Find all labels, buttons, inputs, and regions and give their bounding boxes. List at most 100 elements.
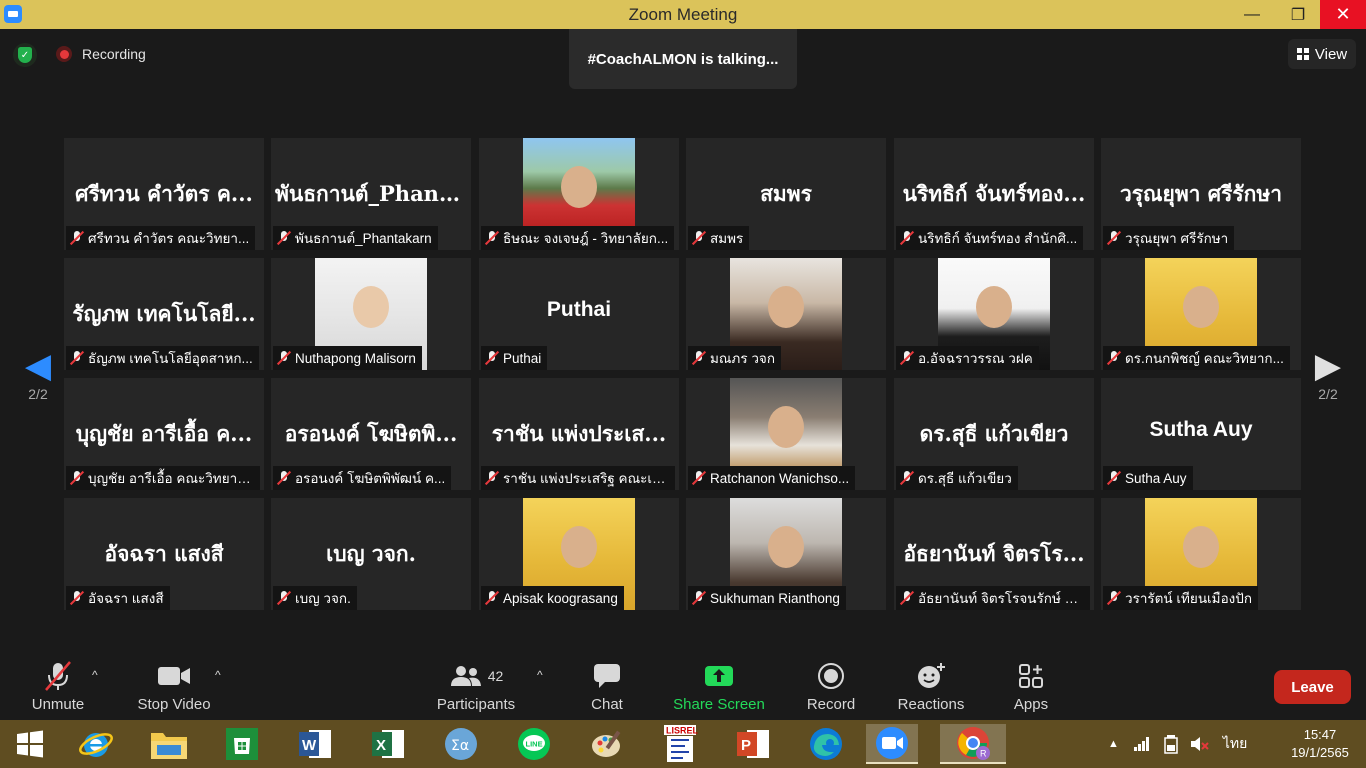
participant-name: อ.อัจฉราวรรณ วฝค (918, 351, 1033, 366)
participant-face (1183, 526, 1219, 568)
excel-taskbar-icon[interactable]: X (362, 724, 414, 764)
participant-tile[interactable]: อัธยานันท์ จิตรโร... อัธยานันท์ จิตรโรจนร… (894, 498, 1094, 610)
file-explorer-taskbar-icon[interactable] (143, 724, 195, 764)
svg-text:W: W (302, 737, 317, 754)
participant-display-name: อรอนงค์ โฆษิตพิ... (284, 421, 458, 446)
microsoft-store-taskbar-icon[interactable] (216, 724, 268, 764)
participant-tile[interactable]: Nuthapong Malisorn (271, 258, 471, 370)
edge-taskbar-icon[interactable] (800, 724, 852, 764)
participant-display-name: พันธกานต์_Phant... (275, 181, 467, 206)
participant-tile[interactable]: ศรีทวน คำวัตร ค... ศรีทวน คำวัตร คณะวิทยา… (64, 138, 264, 250)
muted-mic-icon (70, 470, 84, 486)
audio-options-caret[interactable]: ^ (92, 668, 98, 682)
participant-name: Sukhuman Rianthong (710, 590, 840, 606)
participant-name: Apisak koograsang (503, 590, 618, 606)
share-screen-button[interactable]: Share Screen (672, 656, 766, 720)
apps-button[interactable]: Apps (1010, 656, 1052, 720)
participant-name: Ratchanon Wanichso... (710, 470, 850, 486)
next-page-button[interactable]: ▶ 2/2 (1290, 319, 1366, 429)
muted-mic-icon (1107, 230, 1121, 246)
lisrel-taskbar-icon[interactable]: LISREL (654, 724, 706, 764)
stop-video-button[interactable]: Stop Video (134, 656, 214, 720)
participant-display-name: ศรีทวน คำวัตร ค... (75, 181, 253, 206)
participant-tile[interactable]: ราชัน แพ่งประเส... ราชัน แพ่งประเสริฐ คณะ… (479, 378, 679, 490)
participant-name: นริทธิก์ จันทร์ทอง สำนักศิ... (918, 231, 1078, 246)
participant-tile[interactable]: Puthai Puthai (479, 258, 679, 370)
participant-name: Puthai (503, 350, 542, 366)
participant-tile[interactable]: นริทธิก์ จันทร์ทอง... นริทธิก์ จันทร์ทอง … (894, 138, 1094, 250)
zoom-taskbar-icon[interactable] (866, 724, 918, 764)
minimize-button[interactable]: — (1229, 0, 1275, 29)
participant-tile[interactable]: วรารัตน์ เทียนเมืองปัก (1101, 498, 1301, 610)
participant-tile[interactable]: Apisak koograsang (479, 498, 679, 610)
participants-options-caret[interactable]: ^ (537, 668, 543, 682)
participant-tile[interactable]: Sukhuman Rianthong (686, 498, 886, 610)
participant-tile[interactable]: Sutha Auy Sutha Auy (1101, 378, 1301, 490)
participant-name-label: ธัญภพ เทคโนโลยีอุตสาหก... (66, 346, 259, 370)
leave-button[interactable]: Leave (1274, 670, 1351, 704)
participant-name-label: อัธยานันท์ จิตรโรจนรักษ์ ค... (896, 586, 1090, 610)
powerpoint-taskbar-icon[interactable]: P (727, 724, 779, 764)
participant-name-label: Sutha Auy (1103, 466, 1193, 490)
svg-text:X: X (376, 737, 386, 754)
participant-tile[interactable]: อัจฉรา แสงสี อัจฉรา แสงสี (64, 498, 264, 610)
clock-date: 19/1/2565 (1291, 745, 1349, 760)
participants-button[interactable]: 42 Participants (433, 656, 519, 720)
participant-name-label: พันธกานต์_Phantakarn (273, 226, 438, 250)
participant-tile[interactable]: บุญชัย อารีเอื้อ ค... บุญชัย อารีเอื้อ คณ… (64, 378, 264, 490)
participant-tile[interactable]: พันธกานต์_Phant... พันธกานต์_Phantakarn (271, 138, 471, 250)
volume-muted-icon[interactable] (1189, 735, 1209, 753)
window-title: Zoom Meeting (628, 5, 738, 24)
record-button[interactable]: Record (803, 656, 859, 720)
windows-taskbar: W X Σα LINE LISREL P R ▲ ไทย 15:47 19/1/… (0, 720, 1366, 768)
participant-tile[interactable]: ดร.สุธี แก้วเขียว ดร.สุธี แก้วเขียว (894, 378, 1094, 490)
line-app-taskbar-icon[interactable]: LINE (508, 724, 560, 764)
svg-text:LISREL: LISREL (666, 726, 699, 736)
clock[interactable]: 15:47 19/1/2565 (1290, 726, 1350, 762)
input-language[interactable]: ไทย (1223, 733, 1247, 755)
participants-icon: 42 (449, 656, 503, 696)
reactions-button[interactable]: Reactions (894, 656, 968, 720)
participant-tile[interactable]: วรุณยุพา ศรีรักษา วรุณยุพา ศรีรักษา (1101, 138, 1301, 250)
participant-name-label: ศรีทวน คำวัตร คณะวิทยา... (66, 226, 256, 250)
svg-text:LINE: LINE (526, 740, 543, 749)
participant-tile[interactable]: เบญ วจก. เบญ วจก. (271, 498, 471, 610)
participant-tile[interactable]: ธิษณะ จงเจษฎ์ - วิทยาลัยก... (479, 138, 679, 250)
close-button[interactable]: ✕ (1320, 0, 1366, 29)
participant-tile[interactable]: รัญภพ เทคโนโลยี... ธัญภพ เทคโนโลยีอุตสาหก… (64, 258, 264, 370)
start-button[interactable] (4, 724, 56, 764)
page-indicator-left: 2/2 (28, 386, 48, 402)
participant-tile[interactable]: สมพร สมพร (686, 138, 886, 250)
clock-time: 15:47 (1303, 727, 1337, 742)
security-shield-icon[interactable]: ✓ (13, 43, 37, 67)
active-speaker-banner: #CoachALMON is talking... (569, 29, 797, 89)
participant-display-name: วรุณยุพา ศรีรักษา (1119, 181, 1283, 206)
participant-tile[interactable]: ดร.กนกพิชญ์ คณะวิทยาก... (1101, 258, 1301, 370)
participant-tile[interactable]: อ.อัจฉราวรรณ วฝค (894, 258, 1094, 370)
participant-name-label: Nuthapong Malisorn (273, 346, 422, 370)
stop-video-label: Stop Video (137, 696, 211, 713)
math-input-taskbar-icon[interactable]: Σα (435, 724, 487, 764)
participant-display-name: อัธยานันท์ จิตรโร... (903, 541, 1085, 566)
video-options-caret[interactable]: ^ (215, 668, 221, 682)
participant-tile[interactable]: มณภร วจก (686, 258, 886, 370)
svg-text:R: R (980, 749, 987, 759)
network-signal-icon[interactable] (1133, 736, 1151, 752)
apps-icon (1018, 656, 1044, 696)
recording-indicator[interactable]: Recording (50, 39, 156, 69)
unmute-button[interactable]: Unmute (26, 656, 90, 720)
view-button[interactable]: View (1288, 39, 1356, 69)
battery-icon[interactable] (1163, 734, 1179, 754)
show-hidden-icons-icon[interactable]: ▲ (1108, 738, 1119, 750)
chat-button[interactable]: Chat (582, 656, 632, 720)
internet-explorer-taskbar-icon[interactable] (70, 724, 122, 764)
paint-taskbar-icon[interactable] (581, 724, 633, 764)
participant-name: ดร.กนกพิชญ์ คณะวิทยาก... (1125, 351, 1284, 366)
word-taskbar-icon[interactable]: W (289, 724, 341, 764)
participant-name-label: สมพร (688, 226, 750, 250)
participant-tile[interactable]: อรอนงค์ โฆษิตพิ... อรอนงค์ โฆษิตพิพัฒน์ ค… (271, 378, 471, 490)
chrome-taskbar-icon[interactable]: R (940, 724, 1006, 764)
participant-tile[interactable]: Ratchanon Wanichso... (686, 378, 886, 490)
participant-name-label: วรุณยุพา ศรีรักษา (1103, 226, 1235, 250)
maximize-button[interactable]: ❐ (1275, 0, 1321, 29)
